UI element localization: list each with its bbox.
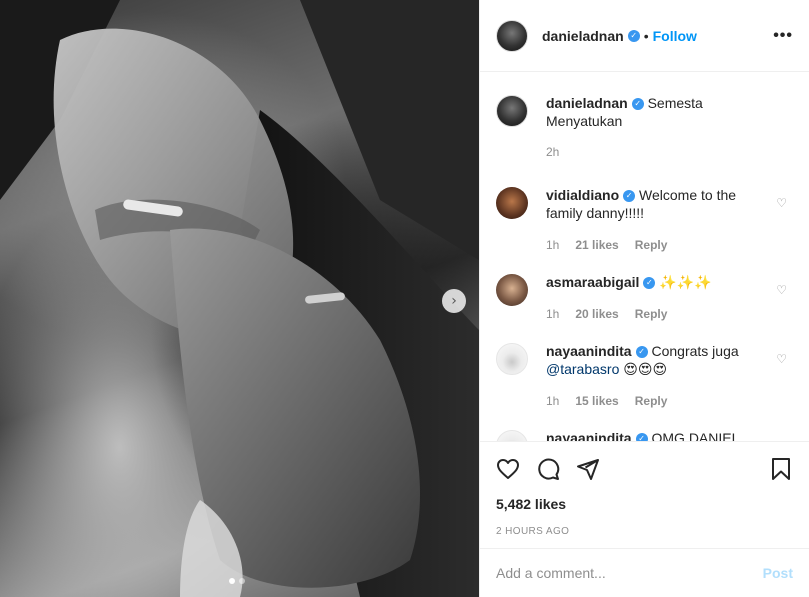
comment-input[interactable]	[496, 565, 763, 581]
post-header: danieladnan ✓ • Follow •••	[480, 0, 809, 72]
list-item: nayaanindita ✓ Congrats juga @tarabasro 😍…	[496, 343, 793, 410]
comment-text: OMG DANIEL	[651, 430, 740, 441]
comment-username[interactable]: nayaanindita	[546, 343, 632, 359]
author-username[interactable]: danieladnan	[542, 28, 624, 44]
reply-button[interactable]: Reply	[635, 236, 668, 254]
carousel-indicator	[229, 578, 245, 584]
comment-time[interactable]: 1h	[546, 392, 559, 410]
likes-count[interactable]: 5,482 likes	[496, 496, 793, 512]
avatar[interactable]	[496, 274, 528, 306]
post-comment-button[interactable]: Post	[763, 565, 793, 581]
bookmark-icon[interactable]	[769, 457, 793, 481]
comment-username[interactable]: vidialdiano	[546, 187, 619, 203]
list-item: asmaraabigail ✓ ✨✨✨ 1h 20 likes Reply ♡	[496, 274, 793, 323]
avatar[interactable]	[496, 343, 528, 375]
verified-badge-icon: ✓	[627, 29, 640, 42]
hands-photo-illustration	[0, 0, 479, 597]
like-comment-heart-icon[interactable]: ♡	[776, 352, 787, 366]
caption: danieladnan ✓ Semesta Menyatukan 2h	[496, 95, 793, 161]
comment-text: Congrats juga	[651, 343, 739, 359]
comment-emoji: 😍😍😍	[623, 361, 668, 377]
verified-badge-icon: ✓	[643, 277, 656, 290]
avatar[interactable]	[496, 19, 528, 52]
carousel-dot	[229, 578, 235, 584]
next-photo-button[interactable]: ›	[442, 289, 466, 313]
post-panel: danieladnan ✓ • Follow ••• danieladnan ✓ …	[479, 0, 809, 597]
avatar[interactable]	[496, 95, 528, 127]
comment-time[interactable]: 2h	[546, 143, 559, 161]
like-comment-heart-icon[interactable]: ♡	[776, 196, 787, 210]
reply-button[interactable]: Reply	[635, 305, 668, 323]
comment-username[interactable]: danieladnan	[546, 95, 628, 111]
carousel-dot	[239, 578, 245, 584]
comment-time[interactable]: 1h	[546, 305, 559, 323]
avatar[interactable]	[496, 187, 528, 219]
comments-list[interactable]: danieladnan ✓ Semesta Menyatukan 2h vidia…	[480, 73, 809, 441]
list-item: nayaanindita✓ OMG DANIEL ♡	[496, 430, 793, 441]
more-options-icon[interactable]: •••	[773, 27, 793, 45]
like-comment-heart-icon[interactable]: ♡	[776, 283, 787, 297]
chevron-right-icon: ›	[451, 293, 457, 309]
verified-badge-icon: ✓	[635, 346, 648, 359]
avatar[interactable]	[496, 430, 528, 441]
comment-text: ✨✨✨	[659, 274, 712, 290]
comment-username[interactable]: asmaraabigail	[546, 274, 639, 290]
follow-button[interactable]: Follow	[653, 28, 697, 44]
verified-badge-icon: ✓	[623, 190, 636, 203]
list-item: vidialdiano ✓ Welcome to the family danny…	[496, 187, 793, 254]
share-icon[interactable]	[576, 457, 600, 481]
add-comment-bar: Post	[480, 548, 809, 597]
comment-likes[interactable]: 15 likes	[575, 392, 618, 410]
post-photo[interactable]: ›	[0, 0, 479, 597]
comment-likes[interactable]: 20 likes	[575, 305, 618, 323]
comment-likes[interactable]: 21 likes	[575, 236, 618, 254]
mention-link[interactable]: @tarabasro	[546, 361, 619, 377]
verified-badge-icon: ✓	[631, 98, 644, 111]
heart-icon[interactable]	[496, 457, 520, 481]
comment-time[interactable]: 1h	[546, 236, 559, 254]
verified-badge-icon: ✓	[635, 433, 648, 441]
post-actions: 5,482 likes 2 HOURS AGO	[480, 441, 809, 537]
reply-button[interactable]: Reply	[635, 392, 668, 410]
separator-dot: •	[643, 27, 649, 44]
comment-icon[interactable]	[536, 457, 560, 481]
comment-username[interactable]: nayaanindita	[546, 430, 632, 441]
post-timestamp[interactable]: 2 HOURS AGO	[496, 526, 793, 537]
